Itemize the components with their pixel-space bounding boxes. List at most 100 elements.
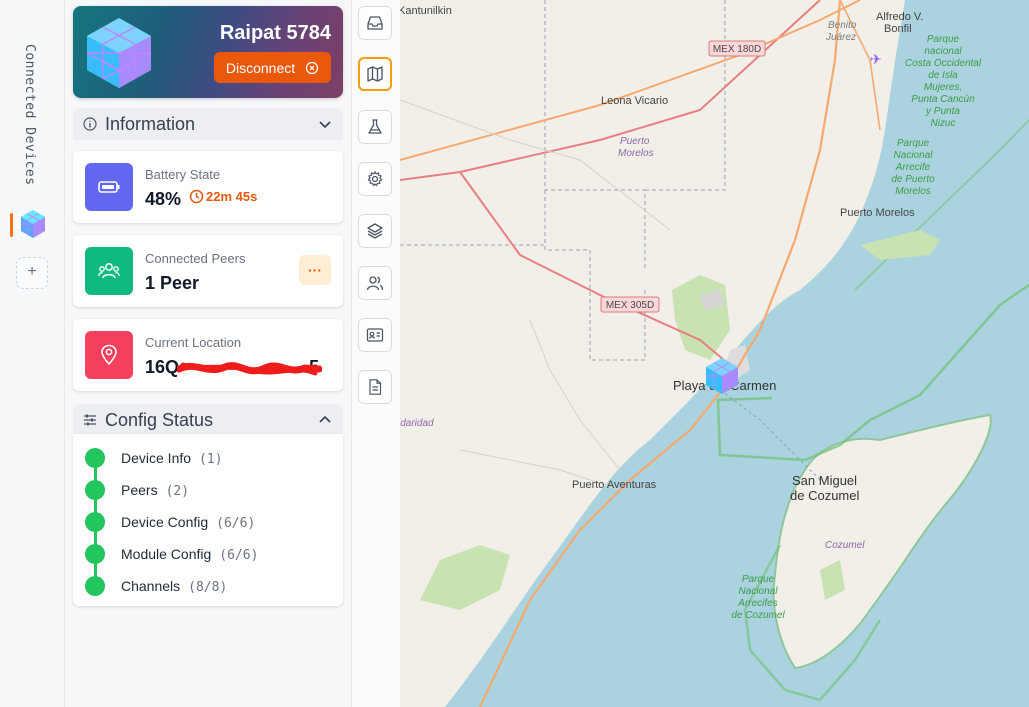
svg-text:de Cozumel: de Cozumel <box>731 610 785 621</box>
chevron-down-icon <box>319 121 331 129</box>
settings-button[interactable] <box>358 162 392 196</box>
clock-icon <box>189 189 204 204</box>
svg-text:✈: ✈ <box>870 51 882 67</box>
svg-text:Nacional: Nacional <box>894 150 934 161</box>
lab-button[interactable] <box>358 110 392 144</box>
svg-text:Arrecife: Arrecife <box>895 162 931 173</box>
svg-text:Nizuc: Nizuc <box>930 118 955 129</box>
peers-label: Connected Peers <box>145 251 246 266</box>
config-item-name: Peers <box>121 482 158 498</box>
config-item-name: Channels <box>121 578 181 594</box>
nodes-button[interactable] <box>358 266 392 300</box>
map-label-park-puerto-morelos: Parque Nacional Arrecife de Puerto Morel… <box>891 138 935 197</box>
battery-icon <box>85 163 133 211</box>
flask-icon <box>368 119 382 134</box>
map-label-san-miguel: San Miguel <box>792 473 857 488</box>
map-label-kantunilkin: Kantunilkin <box>400 5 452 17</box>
device-logo-icon <box>86 18 152 88</box>
device-panel: Raipat 5784 Disconnect Information Batte… <box>65 0 352 707</box>
disconnect-button[interactable]: Disconnect <box>214 52 331 83</box>
battery-time-text: 22m 45s <box>206 189 258 204</box>
info-icon <box>83 117 97 131</box>
location-label: Current Location <box>145 335 242 350</box>
logs-button[interactable] <box>358 370 392 404</box>
location-value-prefix: 16Q <box>145 357 180 377</box>
config-item-name: Device Info <box>121 450 192 466</box>
peers-card: Connected Peers 1 Peer ··· <box>73 235 343 307</box>
config-item-count: (1) <box>199 452 223 467</box>
information-title: Information <box>105 113 196 134</box>
peers-more-button[interactable]: ··· <box>299 255 331 285</box>
id-card-icon <box>366 328 384 342</box>
users-icon <box>366 276 384 291</box>
config-item-count: (6/6) <box>219 548 259 563</box>
status-done-dot <box>85 544 105 564</box>
rail-title: Connected Devices <box>22 44 37 186</box>
location-pin-icon <box>85 331 133 379</box>
document-icon <box>369 379 382 395</box>
config-item-name: Module Config <box>121 546 212 562</box>
device-logo-icon <box>21 210 45 238</box>
status-done-dot <box>85 512 105 532</box>
redaction-scribble <box>177 362 322 376</box>
map-label-puerto-aventuras: Puerto Aventuras <box>572 479 657 491</box>
svg-text:y Punta: y Punta <box>925 106 960 117</box>
svg-text:Parque: Parque <box>927 34 960 45</box>
chevron-up-icon <box>319 415 331 423</box>
map-label-leona-vicario: Leona Vicario <box>601 95 668 107</box>
map-label-bonfil: Bonfil <box>884 23 912 35</box>
map-label-juarez: Juárez <box>825 32 856 43</box>
svg-text:nacional: nacional <box>924 46 962 57</box>
config-item-count: (6/6) <box>216 516 256 531</box>
svg-text:de Puerto: de Puerto <box>891 174 935 185</box>
svg-text:Costa Occidental: Costa Occidental <box>905 58 982 69</box>
config-item-count: (2) <box>165 484 190 499</box>
layers-button[interactable] <box>358 214 392 248</box>
add-device-button[interactable]: + <box>16 257 48 289</box>
svg-text:Parque: Parque <box>897 138 930 149</box>
map-canvas[interactable]: ✈ MEX 180D MEX 305D Kantunilkin Alfredo … <box>400 0 1029 707</box>
users-icon <box>85 247 133 295</box>
map-label-morelos-muni: Morelos <box>618 148 654 159</box>
status-done-dot <box>85 576 105 596</box>
road-label-mex305: MEX 305D <box>606 300 654 311</box>
device-header-card: Raipat 5784 Disconnect <box>73 6 343 98</box>
svg-text:Mujeres,: Mujeres, <box>924 82 962 93</box>
map-button[interactable] <box>358 57 392 91</box>
road-label-mex180: MEX 180D <box>713 44 761 55</box>
map-label-cozumel: Cozumel <box>825 540 865 551</box>
disconnect-label: Disconnect <box>225 59 296 76</box>
svg-text:de Isla: de Isla <box>928 70 958 81</box>
device-avatar-button[interactable] <box>10 209 50 241</box>
config-item-name: Device Config <box>121 514 209 530</box>
svg-text:Morelos: Morelos <box>895 186 931 197</box>
battery-time-remaining: 22m 45s <box>189 189 257 204</box>
battery-label: Battery State <box>145 167 221 182</box>
status-done-dot <box>85 448 105 468</box>
information-section-header[interactable]: Information <box>73 108 343 140</box>
map-label-puerto-morelos: Puerto Morelos <box>840 207 915 219</box>
close-circle-icon <box>306 61 319 74</box>
sliders-icon <box>84 414 96 426</box>
map-icon <box>367 66 383 82</box>
config-status-list: Device Info (1) Peers (2) Device Config (6/… <box>73 434 343 606</box>
map-label-solidaridad: idaridad <box>400 418 434 429</box>
settings-icon <box>367 171 383 187</box>
svg-text:Parque: Parque <box>742 574 775 585</box>
messages-button[interactable] <box>358 6 392 40</box>
config-status-section-header[interactable]: Config Status <box>73 404 343 436</box>
battery-value: 48% <box>145 189 182 209</box>
connected-devices-rail: Connected Devices + <box>0 0 65 707</box>
active-indicator <box>10 213 13 237</box>
contacts-button[interactable] <box>358 318 392 352</box>
svg-text:Nacional: Nacional <box>739 586 779 597</box>
tool-bar <box>352 0 401 707</box>
device-name: Raipat 5784 <box>219 22 331 44</box>
battery-card: Battery State 48% 22m 45s <box>73 151 343 223</box>
map-label-de-cozumel: de Cozumel <box>790 488 859 503</box>
location-card: Current Location 16Q 5 <box>73 319 343 391</box>
map-label-benito: Benito <box>828 20 857 31</box>
map-label-alfredo: Alfredo V. <box>876 11 923 23</box>
inbox-icon <box>367 16 383 30</box>
map-view[interactable]: ✈ MEX 180D MEX 305D Kantunilkin Alfredo … <box>400 0 1029 707</box>
